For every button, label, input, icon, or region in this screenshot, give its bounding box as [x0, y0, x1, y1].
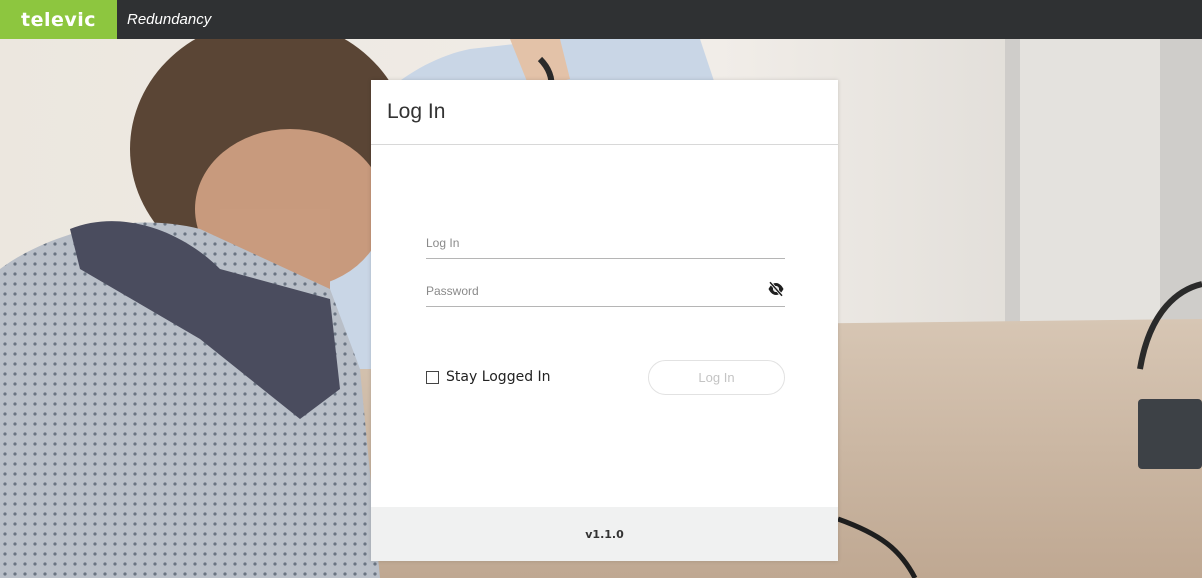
dialog-footer: v1.1.0: [371, 507, 838, 561]
password-input[interactable]: [426, 278, 756, 304]
stay-logged-in-label: Stay Logged In: [446, 369, 551, 385]
version-label: v1.1.0: [585, 527, 624, 541]
dialog-title: Log In: [387, 100, 446, 123]
top-bar: televic Redundancy: [0, 0, 1202, 39]
stay-logged-in-checkbox[interactable]: [426, 370, 439, 384]
app-title: Redundancy: [127, 11, 212, 28]
eye-slash-icon[interactable]: [767, 280, 785, 298]
login-field: [426, 230, 785, 259]
login-dialog: Log In Stay Logged In Log In v1.1.0: [371, 80, 838, 561]
login-button[interactable]: Log In: [648, 360, 785, 395]
dialog-header: Log In: [371, 80, 838, 145]
password-field: [426, 278, 785, 307]
login-input[interactable]: [426, 230, 756, 256]
stay-logged-in-option[interactable]: Stay Logged In: [426, 369, 551, 385]
televic-logo[interactable]: televic: [0, 0, 117, 39]
